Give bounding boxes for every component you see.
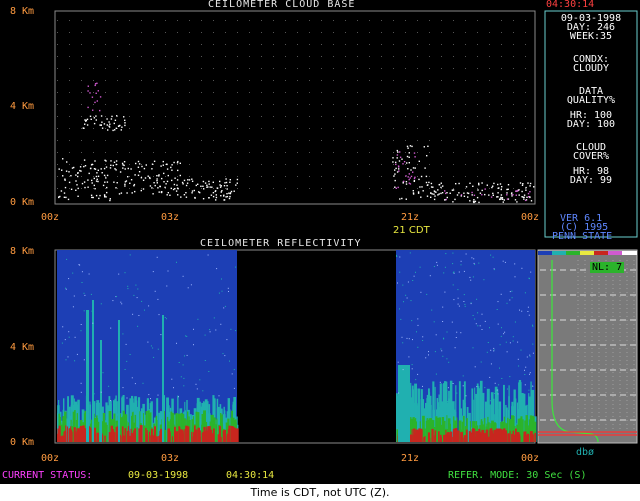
cdt-annotation: 21 CDT [393,225,430,236]
reflectivity-ytick: 0 Km [10,437,35,448]
reflectivity-xtick: 21z [401,453,420,464]
cloud-base-ytick: 8 Km [10,6,35,17]
caption: Time is CDT, not UTC (Z). [0,484,640,501]
current-status-label: CURRENT STATUS: [2,470,93,481]
status-date: 09-03-1998 [128,470,189,481]
cloud-base-xtick: 03z [161,212,180,223]
condx-value: CLOUDY [572,63,610,74]
reflectivity-xtick: 00z [521,453,540,464]
refer-mode: REFER. MODE: 30 Sec (S) [448,470,587,481]
reflectivity-ytick: 8 Km [10,246,35,257]
cloud-base-xtick: 00z [41,212,60,223]
info-week: WEEK:35 [569,31,613,42]
reflectivity-xtick: 03z [161,453,180,464]
status-time: 04:30:14 [226,470,275,481]
reflectivity-title: CEILOMETER REFLECTIVITY [200,238,362,249]
cloud-base-ytick: 4 Km [10,101,35,112]
clock-time: 04:30:14 [546,0,595,10]
cloud-base-hits [58,82,535,204]
cover-day: DAY: 99 [569,175,613,186]
cloud-base-xtick: 21z [401,212,420,223]
nl-indicator: NL: 7 [590,262,625,273]
cloud-base-grid [57,20,526,189]
ceilometer-display: CEILOMETER CLOUD BASE 04:30:14 8 Km 4 Km… [0,0,640,484]
cloud-cover-label: COVER% [572,151,610,162]
profile-colorbar [538,251,637,255]
cloud-base-xtick: 00z [521,212,540,223]
data-quality-label: QUALITY% [566,95,616,106]
quality-day: DAY: 100 [566,119,616,130]
cloud-base-title: CEILOMETER CLOUD BASE [208,0,356,10]
profile-unit-label: dbø [576,447,595,458]
cloud-base-ytick: 0 Km [10,197,35,208]
reflectivity-ytick: 4 Km [10,342,35,353]
version-org: PENN STATE [552,231,613,242]
reflectivity-xtick: 00z [41,453,60,464]
cloud-base-frame [54,10,536,205]
